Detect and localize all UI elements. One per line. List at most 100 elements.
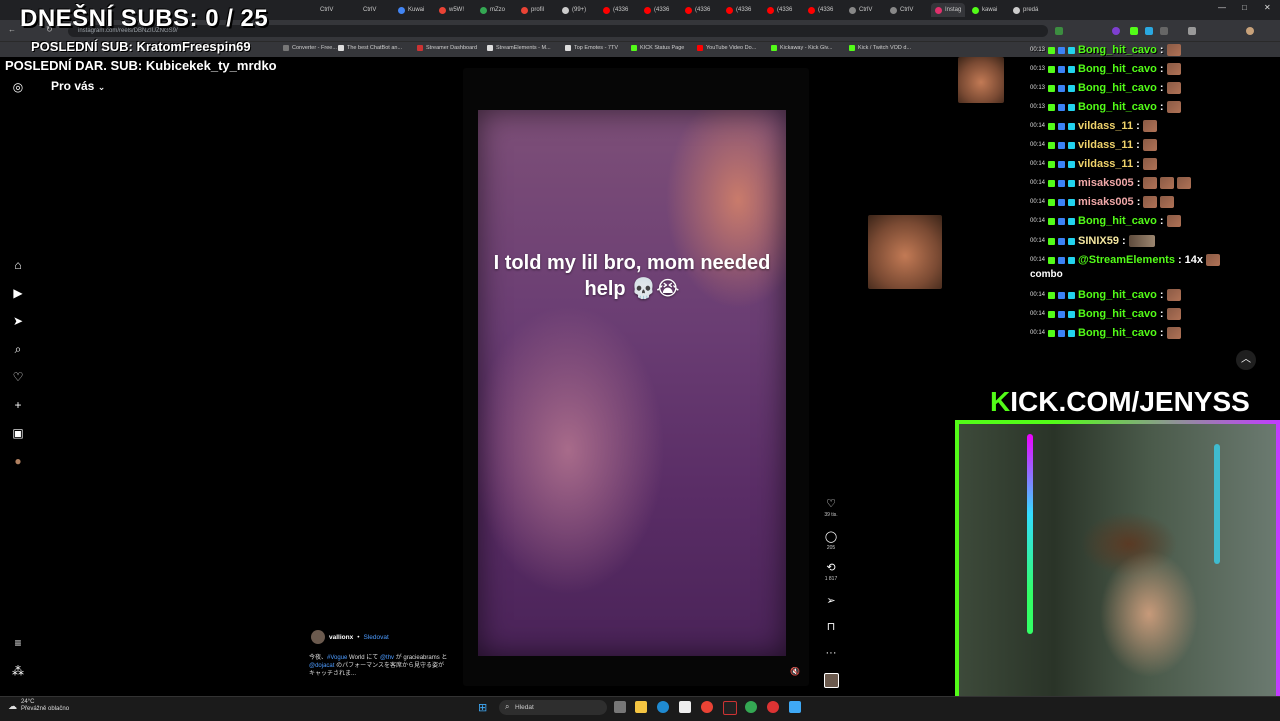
app-icon[interactable]	[767, 701, 779, 713]
taskbar-search[interactable]: Hledat	[499, 700, 607, 715]
chat-badge-icon	[1068, 310, 1076, 318]
chat-username[interactable]: Bong_hit_cavo	[1078, 215, 1157, 227]
browser-tab[interactable]: (4336	[603, 3, 628, 17]
chat-username[interactable]: Bong_hit_cavo	[1078, 308, 1157, 320]
profile-avatar-icon[interactable]: ●	[11, 454, 25, 468]
file-explorer-icon[interactable]	[635, 701, 647, 713]
browser-tab[interactable]: Instag	[931, 3, 966, 17]
audio-thumbnail[interactable]	[824, 673, 839, 688]
chat-username[interactable]: Bong_hit_cavo	[1078, 63, 1157, 75]
weather-widget[interactable]: ☁ 24°C Převážně oblačno	[8, 699, 69, 713]
extension-icon[interactable]	[1145, 27, 1153, 35]
task-view-icon[interactable]	[614, 701, 626, 713]
emote-image	[958, 57, 1004, 103]
chat-message: 00:14 misaks005:	[1030, 194, 1175, 210]
meta-icon[interactable]: ⁂	[11, 664, 25, 678]
minimize-icon[interactable]: —	[1218, 3, 1226, 12]
extension-icon[interactable]	[1112, 27, 1120, 35]
maximize-icon[interactable]: □	[1242, 3, 1247, 12]
like-button[interactable]: ♡ 39 tis.	[820, 498, 842, 518]
author-name[interactable]: vallionx	[329, 634, 353, 641]
notifications-heart-icon[interactable]: ♡	[11, 370, 25, 384]
chat-username[interactable]: SINIX59	[1078, 235, 1119, 247]
share-button[interactable]: ➢	[820, 595, 842, 607]
chat-username[interactable]: Bong_hit_cavo	[1078, 327, 1157, 339]
browser-tab[interactable]: (4336	[808, 3, 833, 17]
chat-username[interactable]: misaks005	[1078, 196, 1134, 208]
messages-icon[interactable]: ➤	[11, 314, 25, 328]
browser-tab[interactable]: (4336	[767, 3, 792, 17]
dashboard-icon[interactable]: ▣	[11, 426, 25, 440]
search-icon[interactable]: ⌕	[11, 342, 25, 356]
reel-description[interactable]: 今夜、#Vogue World にて @thv が gracieabrams と…	[309, 654, 449, 678]
chat-username[interactable]: vildass_11	[1078, 139, 1133, 151]
obs-icon[interactable]	[723, 701, 737, 715]
chat-username[interactable]: Bong_hit_cavo	[1078, 44, 1157, 56]
browser-tab[interactable]: (4336	[644, 3, 669, 17]
browser-tab[interactable]: mZzo	[480, 3, 505, 17]
chat-username[interactable]: vildass_11	[1078, 120, 1133, 132]
bookmark-item[interactable]: Converter - Free...	[283, 45, 337, 51]
browser-tab[interactable]: (4336	[726, 3, 751, 17]
notepad-icon[interactable]	[789, 701, 801, 713]
chat-emote	[1166, 63, 1181, 75]
chevron-up-icon[interactable]: ︿	[1236, 350, 1256, 370]
puzzle-icon[interactable]	[1188, 27, 1196, 35]
browser-tab[interactable]: predá	[1013, 3, 1038, 17]
bookmark-item[interactable]: KICK Status Page	[631, 45, 684, 51]
chat-username[interactable]: misaks005	[1078, 177, 1134, 189]
profile-avatar-icon[interactable]	[1246, 27, 1254, 35]
back-icon[interactable]: ←	[8, 25, 16, 34]
browser-tab[interactable]: w5W!	[439, 3, 464, 17]
bookmark-item[interactable]: StreamElements - M...	[487, 45, 551, 51]
edge-icon[interactable]	[657, 701, 669, 713]
bookmark-item[interactable]: Kick / Twitch VOD d...	[849, 45, 911, 51]
browser-tab[interactable]: CtrlV	[849, 3, 872, 17]
chat-username[interactable]: Bong_hit_cavo	[1078, 289, 1157, 301]
bookmark-item[interactable]: Top Emotes - 7TV	[565, 45, 618, 51]
chat-username[interactable]: vildass_11	[1078, 158, 1133, 170]
reels-icon[interactable]: ▶	[11, 286, 25, 300]
close-window-icon[interactable]: ✕	[1264, 3, 1271, 12]
windows-start-icon[interactable]: ⊞	[478, 701, 487, 714]
browser-tab[interactable]: CtrlV	[890, 3, 913, 17]
bookmark-item[interactable]: Streamer Dashboard	[417, 45, 477, 51]
chat-username[interactable]: Bong_hit_cavo	[1078, 82, 1157, 94]
more-button[interactable]: ···	[820, 647, 842, 659]
extension-icon[interactable]	[1055, 27, 1063, 35]
browser-tab[interactable]: Kuwai	[398, 3, 424, 17]
author-avatar[interactable]	[311, 630, 325, 644]
extension-icon[interactable]	[1160, 27, 1168, 35]
chat-badge-icon	[1068, 122, 1076, 130]
mute-icon[interactable]: 🔇	[790, 667, 800, 676]
comment-button[interactable]: ◯ 205	[820, 531, 842, 551]
browser-tab[interactable]: profil	[521, 3, 544, 17]
browser-tab[interactable]: kawai	[972, 3, 997, 17]
bookmark-item[interactable]: YouTube Video Do...	[697, 45, 756, 51]
browser-tab[interactable]: CtrlV	[363, 3, 376, 17]
reel-video[interactable]	[478, 110, 786, 656]
chat-username[interactable]: @StreamElements	[1078, 254, 1175, 266]
browser-tab[interactable]: (4336	[685, 3, 710, 17]
menu-icon[interactable]: ≡	[11, 636, 25, 650]
create-plus-icon[interactable]: +	[11, 398, 25, 412]
save-button[interactable]: ⊓	[820, 621, 842, 633]
bookmark-item[interactable]: Kickaway - Kick Giv...	[771, 45, 832, 51]
chat-message: 00:14 Bong_hit_cavo:	[1030, 306, 1181, 322]
chrome-profile-icon[interactable]	[745, 701, 757, 713]
bookmark-item[interactable]: The best ChatBot an...	[338, 45, 402, 51]
store-icon[interactable]	[679, 701, 691, 713]
home-icon[interactable]: ⌂	[11, 258, 25, 272]
feed-selector[interactable]: Pro vás ⌄	[51, 79, 105, 93]
chrome-icon[interactable]	[701, 701, 713, 713]
repost-button[interactable]: ⟲ 1 817	[820, 562, 842, 582]
browser-tab[interactable]: (99+)	[562, 3, 586, 17]
chat-timestamp: 00:14	[1030, 292, 1046, 298]
tab-favicon-icon	[808, 6, 815, 14]
follow-button[interactable]: Sledovat	[364, 634, 389, 641]
extension-icon[interactable]	[1130, 27, 1138, 35]
browser-tab[interactable]: CtrlV	[320, 3, 333, 17]
instagram-logo-icon[interactable]: ◎	[11, 80, 25, 94]
chat-username[interactable]: Bong_hit_cavo	[1078, 101, 1157, 113]
chat-message: 00:14 vildass_11:	[1030, 156, 1157, 172]
